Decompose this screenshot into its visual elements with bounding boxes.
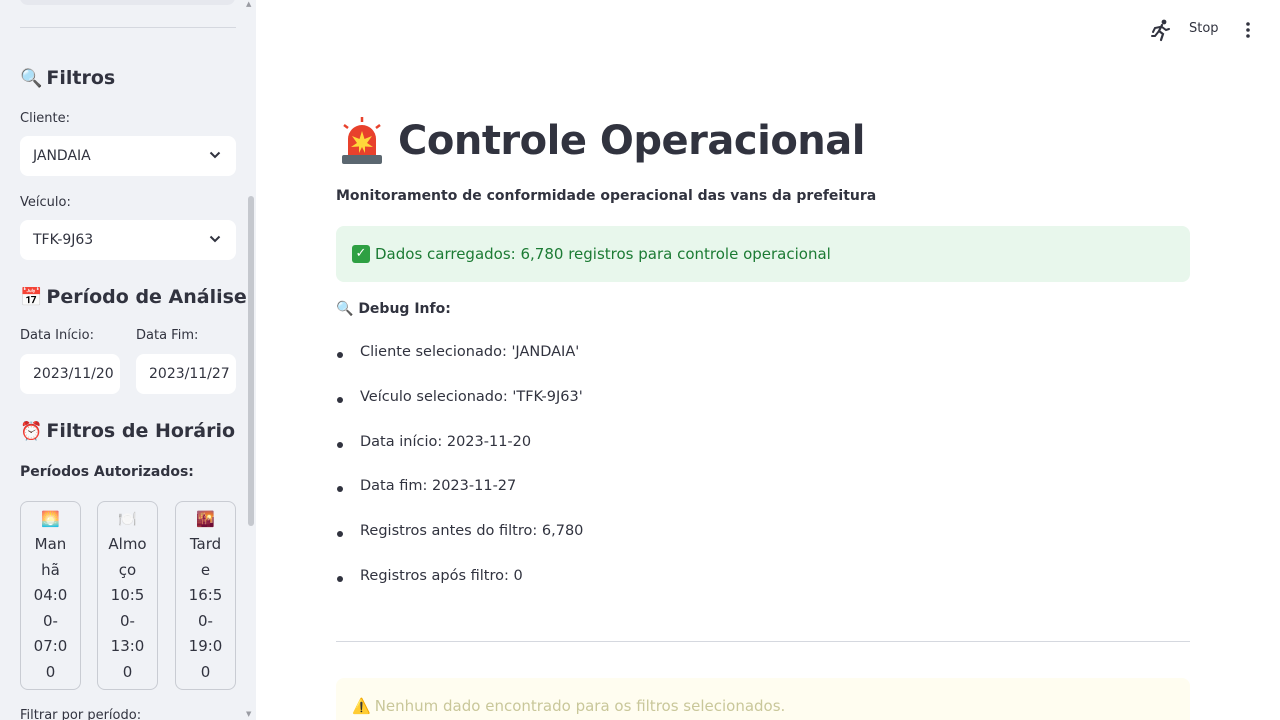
bullet-icon [337,352,343,358]
veiculo-label: Veículo: [20,195,71,210]
cliente-select[interactable]: JANDAIA [20,136,236,176]
cliente-select-value: JANDAIA [33,148,91,164]
bullet-icon [337,575,343,582]
page-subtitle: Monitoramento de conformidade operaciona… [336,188,877,204]
data-fim-input[interactable]: 2023/11/27 [136,354,236,394]
chevron-down-icon [209,235,221,243]
chevron-down-icon [209,151,221,159]
sidebar-divider [20,27,236,28]
scroll-down-arrow-icon[interactable]: ▼ [246,710,251,718]
list-item: Data fim: 2023-11-27 [336,478,583,523]
data-inicio-input[interactable]: 2023/11/20 [20,354,120,394]
veiculo-select-value: TFK-9J63 [33,232,94,248]
magnifier-icon: 🔍 [336,301,354,317]
bullet-icon [337,486,343,493]
alarm-clock-icon: ⏰ [20,420,43,442]
debug-heading: 🔍 Debug Info: [336,301,451,317]
filtrar-periodo-label: Filtrar por período: [20,708,142,720]
main-divider [336,641,1190,642]
data-fim-label: Data Fim: [136,328,199,343]
debug-list: Cliente selecionado: 'JANDAIA' Veículo s… [336,344,583,613]
scroll-up-arrow-icon[interactable]: ▲ [246,0,251,8]
sunset-icon: 🌇 [196,510,215,528]
data-inicio-label: Data Início: [20,328,94,343]
success-alert-text: Dados carregados: 6,780 registros para c… [375,245,831,263]
list-item: Registros após filtro: 0 [336,568,583,613]
more-vertical-icon[interactable] [1238,20,1258,40]
horario-heading: ⏰ Filtros de Horário [20,420,236,442]
warning-alert: ⚠️ Nenhum dado encontrado para os filtro… [336,678,1190,720]
sidebar: 🔍 Filtros Cliente: JANDAIA Veículo: TFK-… [0,0,256,720]
plate-icon: 🍽️ [118,510,137,528]
stop-button[interactable]: Stop [1189,21,1219,36]
period-card-almoco[interactable]: 🍽️ Almo ço 10:5 0- 13:0 0 [97,501,158,690]
check-mark-icon: ✓ [352,245,370,263]
calendar-icon: 📅 [20,286,43,308]
page-title: Controle Operacional [336,115,865,167]
periodo-heading: 📅 Período de Análise [20,286,247,308]
veiculo-select[interactable]: TFK-9J63 [20,220,236,260]
cliente-label: Cliente: [20,111,71,126]
bullet-icon [337,531,343,538]
list-item: Cliente selecionado: 'JANDAIA' [336,344,583,389]
period-card-tarde[interactable]: 🌇 Tard e 16:5 0- 19:0 0 [175,501,236,690]
sidebar-top-widget[interactable] [20,0,235,5]
list-item: Registros antes do filtro: 6,780 [336,523,583,568]
list-item: Veículo selecionado: 'TFK-9J63' [336,389,583,434]
period-card-manha[interactable]: 🌅 Man hã 04:0 0- 07:0 0 [20,501,81,690]
sidebar-scrollbar-thumb[interactable] [248,196,254,526]
bullet-icon [337,396,343,403]
magnifier-icon: 🔍 [20,67,43,89]
warning-icon: ⚠️ [352,697,371,715]
sunrise-icon: 🌅 [41,510,60,528]
warning-alert-text: Nenhum dado encontrado para os filtros s… [374,697,786,715]
list-item: Data início: 2023-11-20 [336,434,583,479]
running-man-icon [1151,19,1170,42]
success-alert: ✓ Dados carregados: 6,780 registros para… [336,226,1190,282]
siren-icon [342,117,382,164]
filters-heading: 🔍 Filtros [20,67,116,89]
bullet-icon [337,441,343,448]
periodos-autorizados-label: Períodos Autorizados: [20,464,194,480]
